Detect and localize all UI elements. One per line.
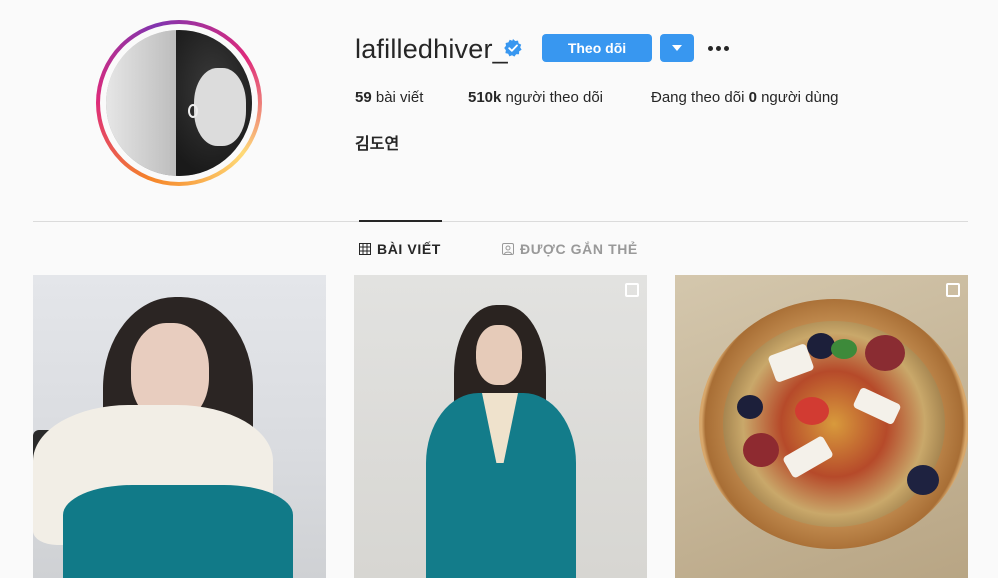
posts-count: 59: [355, 89, 372, 106]
posts-label: bài viết: [375, 89, 424, 106]
suggested-accounts-dropdown-button[interactable]: [660, 34, 694, 62]
tab-tagged[interactable]: ĐƯỢC GẮN THẺ: [502, 241, 638, 257]
tab-posts[interactable]: BÀI VIẾT: [359, 241, 441, 257]
post-image-detail: [831, 339, 857, 359]
posts-count-stat: 59 bài viết: [355, 89, 423, 106]
following-suffix: người dùng: [761, 89, 839, 106]
post-image-detail: [907, 465, 939, 495]
carousel-icon: [946, 283, 960, 297]
avatar-background: [106, 30, 176, 176]
post-image-detail: [737, 395, 763, 419]
post-image-detail: [63, 485, 293, 578]
tabs-divider: [33, 221, 968, 222]
tagged-icon: [502, 243, 514, 255]
post-image-detail: [865, 335, 905, 371]
followers-label: người theo dõi: [505, 89, 603, 106]
profile-username: lafilledhiver_: [355, 34, 508, 64]
avatar[interactable]: [106, 30, 252, 176]
avatar-earring: [188, 104, 198, 118]
verified-badge-icon: [504, 39, 522, 57]
post-thumbnail[interactable]: [675, 275, 968, 578]
follow-button[interactable]: Theo dõi: [542, 34, 652, 62]
following-prefix: Đang theo dõi: [651, 89, 745, 106]
active-tab-indicator: [359, 220, 442, 222]
following-count: 0: [748, 89, 757, 106]
avatar-border: [100, 24, 258, 182]
following-count-stat[interactable]: Đang theo dõi 0 người dùng: [651, 89, 839, 106]
post-thumbnail[interactable]: [354, 275, 647, 578]
followers-count-stat[interactable]: 510k người theo dõi: [468, 89, 603, 106]
grid-icon: [359, 243, 371, 255]
post-image-detail: [476, 325, 522, 385]
avatar-face: [194, 68, 246, 146]
carousel-icon: [625, 283, 639, 297]
profile-avatar-ring[interactable]: [96, 20, 262, 186]
profile-full-name: 김도연: [355, 136, 400, 153]
tab-tagged-label: ĐƯỢC GẮN THẺ: [520, 241, 638, 257]
post-image-detail: [743, 433, 779, 467]
more-options-icon[interactable]: [706, 36, 732, 60]
post-thumbnail[interactable]: [33, 275, 326, 578]
tab-posts-label: BÀI VIẾT: [377, 241, 441, 257]
post-image-detail: [795, 397, 829, 425]
followers-count: 510k: [468, 89, 502, 106]
